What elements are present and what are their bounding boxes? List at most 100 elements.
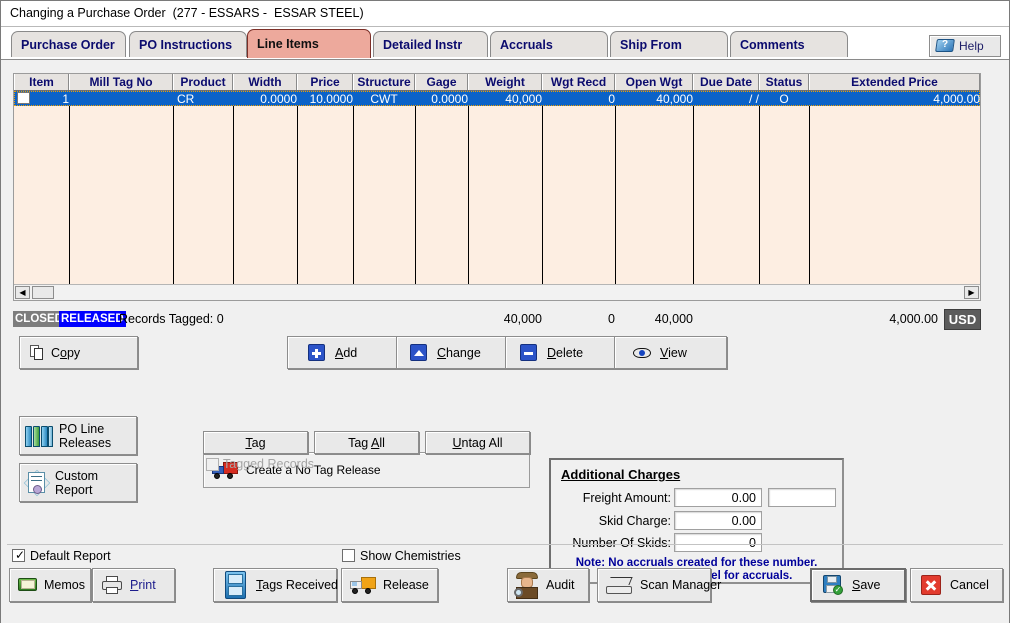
scroll-left-arrow-icon[interactable]: ◀ (15, 286, 30, 299)
cell-mill-tag-no (69, 91, 177, 106)
freight-amount-label: Freight Amount: (582, 491, 671, 505)
cell-price: 10.0000 (309, 91, 353, 106)
add-button[interactable]: Add (287, 336, 400, 369)
floppy-disk-icon: ✓ (823, 575, 843, 595)
tab-label: Line Items (257, 37, 319, 51)
line-items-grid[interactable]: Item Mill Tag No Product Width Price Str… (13, 73, 981, 301)
window-titlebar: Changing a Purchase Order (277 - ESSARS … (1, 1, 1009, 27)
records-tagged-label: Records Tagged: 0 (119, 312, 224, 326)
tagged-records-checkbox[interactable] (206, 458, 219, 471)
tab-label: Comments (740, 37, 805, 52)
column-header-width[interactable]: Width (233, 74, 297, 90)
scan-manager-button[interactable]: Scan Manager (597, 568, 721, 602)
window-title: Changing a Purchase Order (277 - ESSARS … (10, 6, 364, 20)
grid-horizontal-scrollbar[interactable]: ◀ ▶ (14, 284, 980, 300)
column-header-extended-price[interactable]: Extended Price (809, 74, 980, 90)
save-button[interactable]: ✓ Save (810, 568, 906, 602)
view-button[interactable]: View (614, 336, 727, 369)
default-report-checkbox[interactable]: ✓ (12, 548, 25, 562)
column-header-weight[interactable]: Weight (468, 74, 542, 90)
report-document-icon (23, 469, 51, 496)
show-chemistries-checkbox[interactable] (342, 549, 355, 562)
column-header-gage[interactable]: Gage (415, 74, 468, 90)
memos-button[interactable]: Memos (9, 568, 91, 602)
column-header-item[interactable]: Item (14, 74, 69, 90)
tag-button[interactable]: Tag (203, 431, 308, 454)
tab-label: PO Instructions (139, 37, 233, 52)
tab-line-items[interactable]: Line Items (247, 29, 371, 58)
copy-pages-icon (30, 345, 44, 360)
save-button-label: Save (852, 578, 881, 592)
number-of-skids-input[interactable]: 0 (674, 533, 762, 552)
total-extended-price: 4,000.00 (889, 312, 938, 326)
copy-button[interactable]: Copy (19, 336, 138, 369)
tab-accruals[interactable]: Accruals (490, 31, 608, 57)
close-x-icon (921, 575, 941, 595)
cell-weight: 40,000 (505, 91, 542, 106)
po-line-releases-label-line1: PO Line (59, 421, 105, 436)
column-header-product[interactable]: Product (173, 74, 233, 90)
tags-received-button[interactable]: Tags Received (213, 568, 338, 602)
tab-label: Detailed Instr (383, 37, 463, 52)
custom-report-button[interactable]: Custom Report (19, 463, 137, 502)
grid-status-row: CLOSED RELEASED Records Tagged: 0 40,000… (13, 309, 981, 331)
tab-strip: Purchase Order PO Instructions Line Item… (1, 27, 1009, 60)
cell-structure: CWT (370, 91, 398, 106)
print-button-label: Print (130, 578, 156, 592)
column-header-structure[interactable]: Structure (353, 74, 415, 90)
column-header-open-wgt[interactable]: Open Wgt (615, 74, 693, 90)
column-header-price[interactable]: Price (297, 74, 353, 90)
column-header-due-date[interactable]: Due Date (693, 74, 759, 90)
scroll-right-arrow-icon[interactable]: ▶ (964, 286, 979, 299)
cell-open-wgt: 40,000 (656, 91, 693, 106)
cell-status: O (779, 91, 789, 106)
change-button[interactable]: Change (396, 336, 509, 369)
cancel-button-label: Cancel (950, 578, 989, 592)
scroll-thumb[interactable] (32, 286, 54, 299)
column-header-status[interactable]: Status (759, 74, 809, 90)
memo-book-icon (18, 577, 38, 593)
line-items-panel: Item Mill Tag No Product Width Price Str… (1, 60, 1009, 623)
cancel-button[interactable]: Cancel (910, 568, 1003, 602)
additional-charges-panel: Additional Charges Freight Amount: 0.00 … (549, 458, 844, 584)
release-truck-icon (350, 576, 376, 594)
freight-amount-input[interactable]: 0.00 (674, 488, 762, 507)
currency-badge: USD (944, 309, 981, 330)
scanner-icon (606, 576, 633, 594)
delete-button[interactable]: Delete (505, 336, 618, 369)
tag-all-button[interactable]: Tag All (314, 431, 419, 454)
total-wgt-recd: 0 (608, 312, 615, 326)
memos-button-label: Memos (44, 578, 85, 592)
audit-button[interactable]: Audit (507, 568, 589, 602)
tab-detailed-instr[interactable]: Detailed Instr (373, 31, 488, 57)
freight-currency-input[interactable] (768, 488, 836, 507)
number-of-skids-label: Number Of Skids: (572, 536, 671, 550)
cell-width: 0.0000 (260, 91, 297, 106)
table-row[interactable]: 1 CR 0.0000 10.0000 CWT 0.0000 40,000 0 … (14, 91, 980, 106)
tag-button-label: Tag (245, 435, 266, 450)
help-book-icon: ? (935, 38, 955, 54)
delete-button-label: Delete (547, 345, 584, 360)
tab-ship-from[interactable]: Ship From (610, 31, 728, 57)
printer-icon (101, 576, 123, 594)
print-button[interactable]: Print (92, 568, 175, 602)
status-badge-released: RELEASED (59, 311, 126, 327)
po-line-releases-button[interactable]: PO Line Releases (19, 416, 137, 455)
bottom-divider (7, 544, 1003, 545)
untag-all-button[interactable]: Untag All (425, 431, 530, 454)
help-button[interactable]: ? Help (929, 35, 1001, 57)
tab-po-instructions[interactable]: PO Instructions (129, 31, 247, 57)
release-button[interactable]: Release (341, 568, 438, 602)
cell-due-date: / / (748, 91, 759, 106)
tab-label: Purchase Order (21, 37, 115, 52)
help-button-label: Help (959, 39, 984, 53)
tab-comments[interactable]: Comments (730, 31, 848, 57)
column-header-wgt-recd[interactable]: Wgt Recd (542, 74, 615, 90)
tab-purchase-order[interactable]: Purchase Order (11, 31, 126, 57)
column-header-mill-tag-no[interactable]: Mill Tag No (69, 74, 173, 90)
audit-button-label: Audit (546, 578, 575, 592)
skid-charge-input[interactable]: 0.00 (674, 511, 762, 530)
plus-icon (308, 344, 325, 361)
tags-received-button-label: Tags Received (256, 578, 338, 592)
tab-label: Ship From (620, 37, 682, 52)
